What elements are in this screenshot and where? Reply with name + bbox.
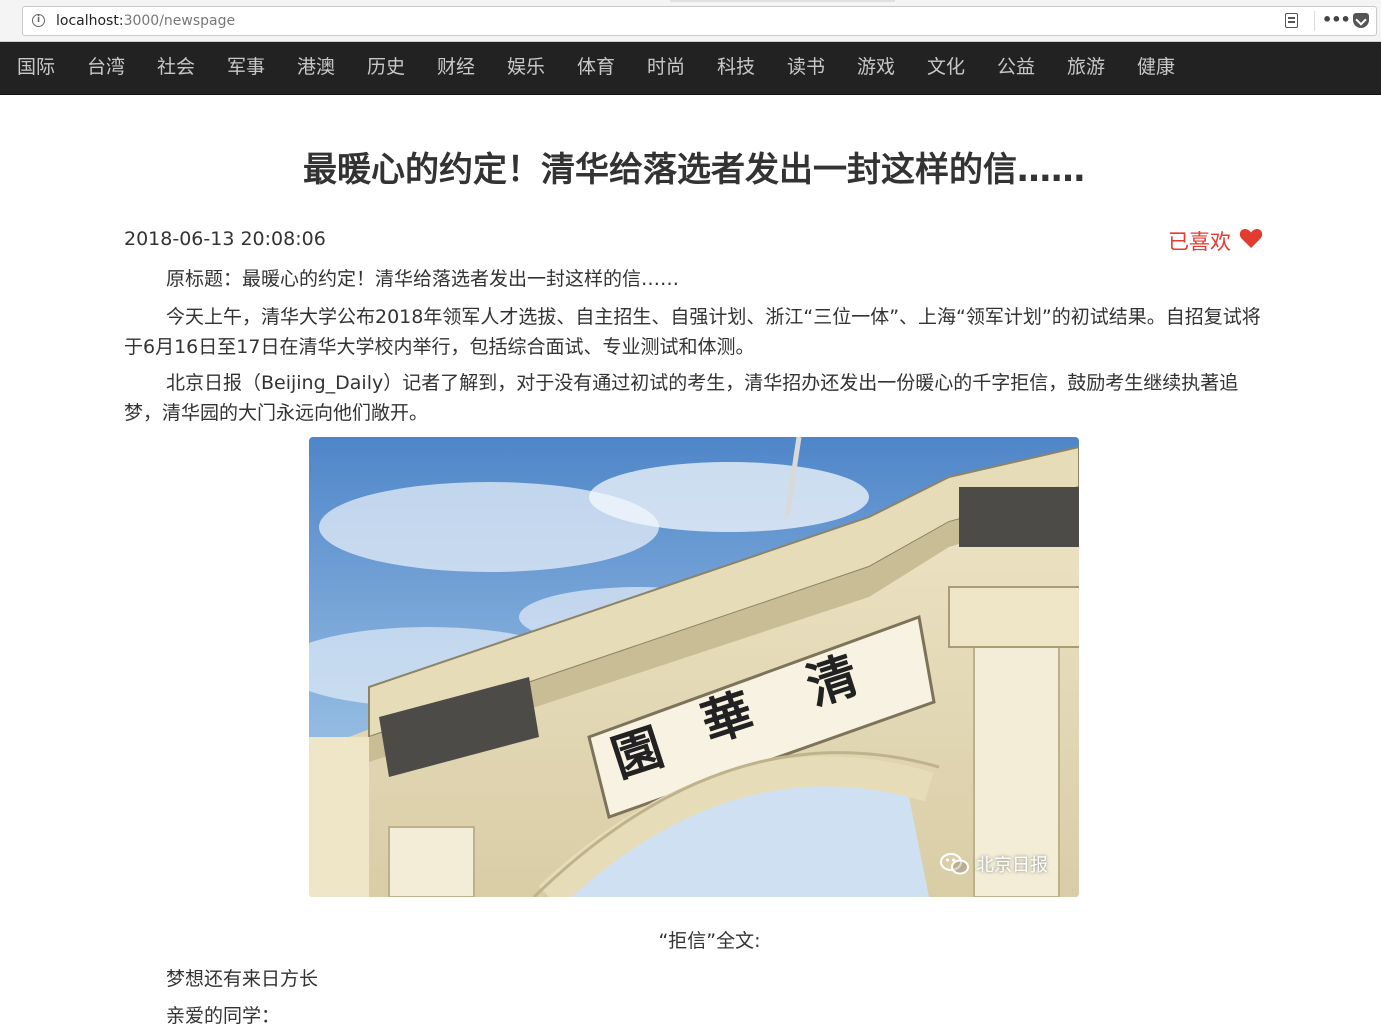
article-title: 最暖心的约定！清华给落选者发出一封这样的信…… xyxy=(303,150,1085,190)
nav-item[interactable]: 国际 xyxy=(1,42,71,94)
letter-salutation: 亲爱的同学： xyxy=(166,1005,281,1027)
watermark-text: 北京日报 xyxy=(976,855,1048,876)
nav-item[interactable]: 文化 xyxy=(911,42,981,94)
image-watermark: 北京日报 xyxy=(940,851,1048,877)
nav-item[interactable]: 读书 xyxy=(771,42,841,94)
heart-icon xyxy=(1239,229,1263,248)
nav-item[interactable]: 时尚 xyxy=(631,42,701,94)
nav-item[interactable]: 历史 xyxy=(351,42,421,94)
nav-item[interactable]: 财经 xyxy=(421,42,491,94)
url-text[interactable]: localhost:3000/newspage xyxy=(56,13,235,29)
nav-item[interactable]: 军事 xyxy=(211,42,281,94)
toolbar-separator xyxy=(1314,11,1315,31)
nav-item[interactable]: 游戏 xyxy=(841,42,911,94)
tsinghua-gate-image: 園 華 清 xyxy=(309,437,1079,897)
nav-item[interactable]: 港澳 xyxy=(281,42,351,94)
reader-view-icon[interactable] xyxy=(1285,13,1298,28)
nav-item[interactable]: 台湾 xyxy=(71,42,141,94)
nav-item[interactable]: 健康 xyxy=(1121,42,1191,94)
nav-item[interactable]: 娱乐 xyxy=(491,42,561,94)
nav-item[interactable]: 社会 xyxy=(141,42,211,94)
url-host: localhost: xyxy=(56,13,124,29)
article-photo: 園 華 清 xyxy=(309,437,1079,897)
browser-toolbar: i localhost:3000/newspage ••• xyxy=(0,0,1381,42)
publish-date: 2018-06-13 20:08:06 xyxy=(124,228,326,250)
page-actions-icon[interactable]: ••• xyxy=(1322,10,1351,29)
letter-heading: 梦想还有来日方长 xyxy=(166,968,319,990)
info-icon[interactable]: i xyxy=(32,14,45,27)
letter-caption: “拒信”全文: xyxy=(658,930,761,952)
nav-item[interactable]: 科技 xyxy=(701,42,771,94)
wechat-icon xyxy=(940,853,969,875)
category-navbar: 国际 台湾 社会 军事 港澳 历史 财经 娱乐 体育 时尚 科技 读书 游戏 文化 公益 旅游 健康 xyxy=(0,42,1381,95)
like-label: 已喜欢 xyxy=(1168,230,1231,254)
paragraph-intro: 今天上午，清华大学公布2018年领军人才选拔、自主招生、自强计划、浙江“三位一体… xyxy=(124,306,1261,358)
category-list: 国际 台湾 社会 军事 港澳 历史 财经 娱乐 体育 时尚 科技 读书 游戏 文化 公益 旅游 健康 xyxy=(0,42,1381,94)
paragraph-report: 北京日报（Beijing_Daily）记者了解到，对于没有通过初试的考生，清华招… xyxy=(124,372,1239,424)
nav-item[interactable]: 旅游 xyxy=(1051,42,1121,94)
like-button[interactable]: 已喜欢 xyxy=(1168,226,1263,256)
url-path: 3000/newspage xyxy=(123,13,236,29)
pocket-icon[interactable] xyxy=(1353,13,1369,28)
nav-item[interactable]: 公益 xyxy=(981,42,1051,94)
paragraph-original-title: 原标题：最暖心的约定！清华给落选者发出一封这样的信…… xyxy=(166,268,680,290)
nav-item[interactable]: 体育 xyxy=(561,42,631,94)
address-bar[interactable]: i localhost:3000/newspage ••• xyxy=(22,6,1377,36)
active-tab-indicator xyxy=(670,0,895,2)
